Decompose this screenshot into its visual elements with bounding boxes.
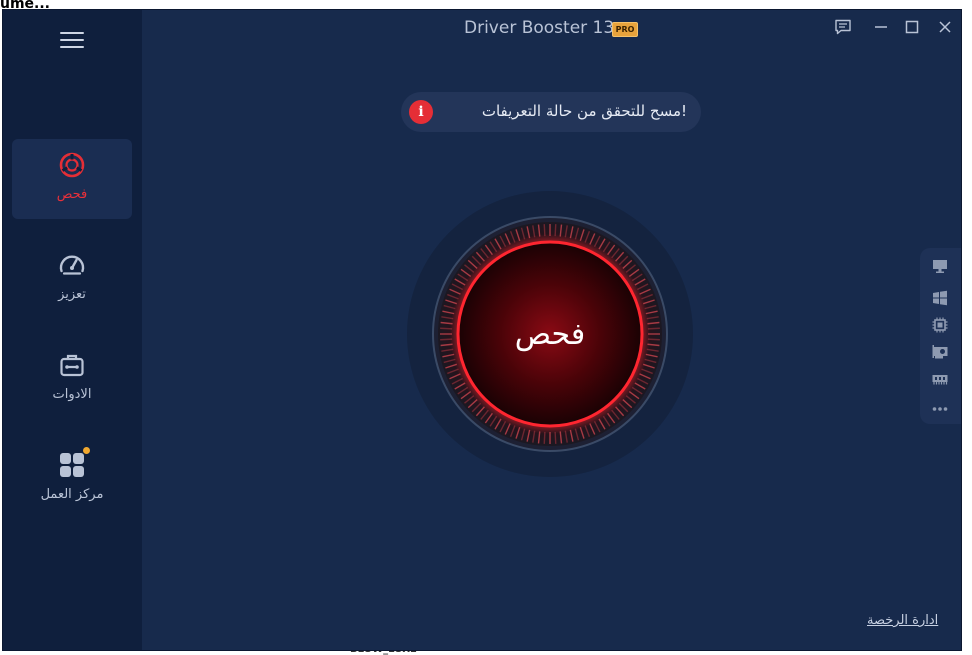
graphics-card-icon[interactable] [931, 343, 949, 361]
sidebar-item-label: فحص [56, 187, 88, 202]
maximize-icon[interactable] [903, 18, 921, 36]
toolbox-icon [60, 354, 84, 377]
sidebar: فحص تعزيز الادوات مركز العمل [3, 10, 142, 650]
notification-dot [83, 447, 90, 454]
hardware-rail [920, 248, 961, 424]
sidebar-item-action-center[interactable]: مركز العمل [12, 439, 132, 519]
cpu-icon[interactable] [931, 316, 949, 334]
sidebar-item-boost[interactable]: تعزيز [12, 239, 132, 319]
status-text: !مسح للتحقق من حالة التعريفات [481, 102, 687, 120]
more-icon[interactable] [931, 400, 949, 418]
sidebar-item-label: تعزيز [58, 287, 86, 302]
app-title: Driver Booster 13 [464, 18, 615, 38]
speedometer-icon [59, 255, 85, 275]
app-window: فحص تعزيز الادوات مركز العمل Driver Boos… [3, 10, 961, 650]
manage-license-link[interactable]: ادارة الرخصة [867, 613, 938, 628]
menu-icon[interactable] [60, 32, 84, 48]
sidebar-item-scan[interactable]: فحص [12, 139, 132, 219]
close-icon[interactable] [936, 18, 954, 36]
title-bar: Driver Booster 13 PRO [142, 10, 961, 46]
sidebar-item-tools[interactable]: الادوات [12, 339, 132, 419]
memory-icon[interactable] [931, 370, 949, 388]
action-center-icon [60, 453, 84, 477]
monitor-icon[interactable] [931, 257, 949, 275]
scan-button[interactable]: فحص [407, 191, 693, 477]
scan-button-graphic [407, 191, 693, 477]
status-message: i !مسح للتحقق من حالة التعريفات [401, 92, 701, 132]
info-icon: i [409, 100, 433, 124]
windows-icon[interactable] [931, 289, 949, 307]
sidebar-item-label: مركز العمل [40, 487, 104, 502]
pro-badge: PRO [612, 22, 638, 37]
minimize-icon[interactable] [872, 18, 890, 36]
feedback-icon[interactable] [834, 18, 852, 36]
scan-icon [59, 152, 85, 178]
sidebar-item-label: الادوات [52, 387, 92, 402]
